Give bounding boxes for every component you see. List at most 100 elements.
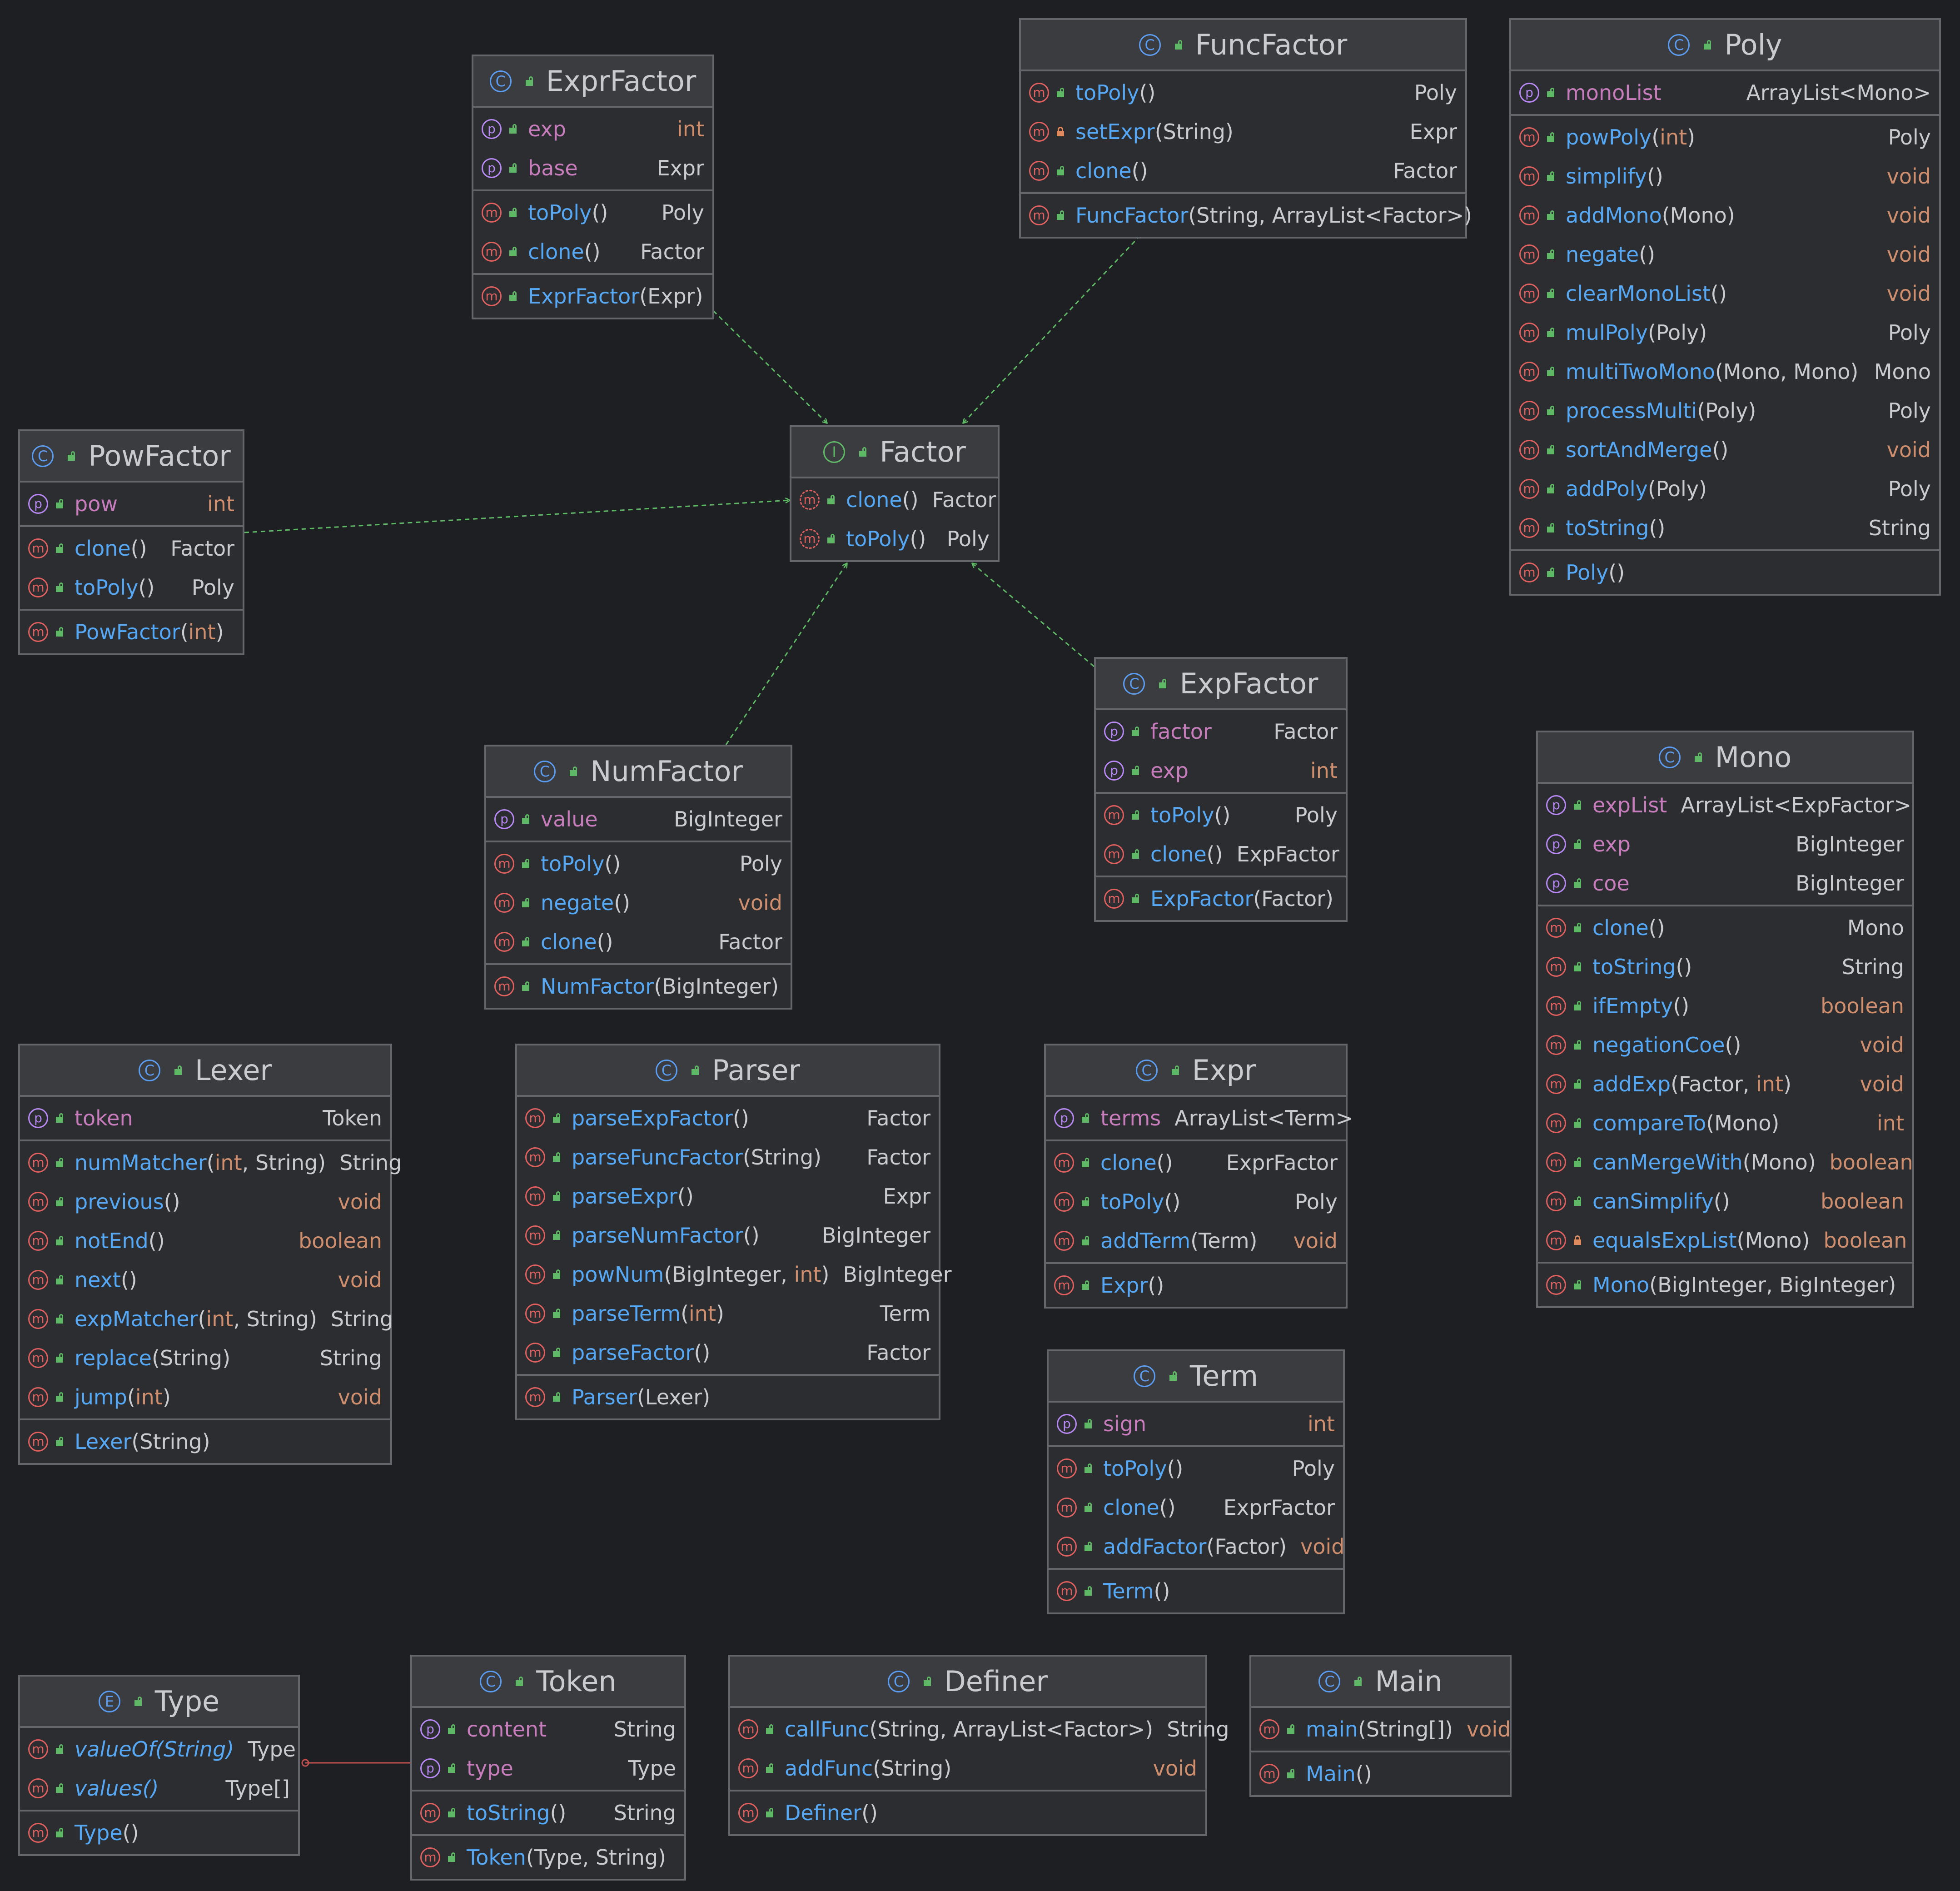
- method-row[interactable]: m addExp (Factor, int) void: [1538, 1065, 1912, 1104]
- method-row[interactable]: m parseNumFactor() BigInteger: [517, 1216, 939, 1255]
- class-header[interactable]: C FuncFactor: [1021, 20, 1465, 71]
- class-box-lexer[interactable]: C Lexer p token Token m numMatcher (int, String…: [18, 1044, 402, 1465]
- method-row[interactable]: m clone() Mono: [1538, 908, 1912, 947]
- constructor-row[interactable]: m ExprFactor (Expr): [473, 277, 712, 316]
- method-row[interactable]: m clone() Factor: [1021, 151, 1465, 190]
- method-row[interactable]: m addFactor (Factor) void: [1049, 1527, 1344, 1566]
- method-row[interactable]: m powPoly (int) Poly: [1511, 118, 1939, 157]
- field-row[interactable]: p exp int: [1096, 751, 1346, 790]
- class-box-exp-factor[interactable]: C ExpFactor p factor Factor p exp int m toPoly() P…: [1094, 657, 1348, 922]
- constructor-row[interactable]: m Type(): [20, 1813, 298, 1852]
- method-row[interactable]: m clone() Factor: [20, 529, 243, 568]
- method-row[interactable]: m canMergeWith (Mono) boolean: [1538, 1143, 1913, 1182]
- method-row[interactable]: m clone() Factor: [486, 922, 791, 961]
- class-box-token[interactable]: C Token p content String p type Type m toString()…: [410, 1655, 686, 1881]
- class-box-pow-factor[interactable]: C PowFactor p pow int m clone() Factor m toPoly()…: [18, 429, 244, 655]
- class-box-main[interactable]: C Main m main (String[]) void m Main(): [1249, 1655, 1512, 1797]
- method-row[interactable]: m negate() void: [1511, 235, 1939, 274]
- class-header[interactable]: C Main: [1251, 1657, 1510, 1708]
- field-row[interactable]: p type Type: [412, 1749, 684, 1788]
- method-row[interactable]: m multiTwoMono (Mono, Mono) Mono: [1511, 352, 1939, 391]
- field-row[interactable]: p coe BigInteger: [1538, 864, 1912, 903]
- method-row[interactable]: m toPoly() Poly: [1096, 796, 1346, 835]
- class-header[interactable]: C PowFactor: [20, 431, 243, 483]
- constructor-row[interactable]: m NumFactor (BigInteger): [486, 967, 791, 1006]
- method-row[interactable]: m clone() Factor: [473, 232, 712, 271]
- method-row[interactable]: m toPoly() Poly: [1049, 1449, 1343, 1488]
- method-row[interactable]: m toPoly() Poly: [1046, 1182, 1346, 1221]
- method-row[interactable]: m values() Type[]: [20, 1769, 298, 1808]
- method-row[interactable]: m parseTerm (int) Term: [517, 1294, 939, 1333]
- method-row[interactable]: m clone() ExpFactor: [1096, 835, 1346, 874]
- method-row[interactable]: m parseFuncFactor (String) Factor: [517, 1138, 939, 1177]
- method-row[interactable]: m toPoly() Poly: [486, 844, 791, 883]
- class-header[interactable]: C Definer: [730, 1657, 1205, 1708]
- method-row[interactable]: m addTerm (Term) void: [1046, 1221, 1346, 1260]
- field-row[interactable]: p content String: [412, 1710, 684, 1749]
- field-row[interactable]: p pow int: [20, 484, 243, 523]
- field-row[interactable]: p exp int: [473, 109, 712, 149]
- method-row[interactable]: m sortAndMerge() void: [1511, 430, 1939, 469]
- field-row[interactable]: p expList ArrayList<ExpFactor>: [1538, 786, 1912, 825]
- method-row[interactable]: m parseExpr() Expr: [517, 1177, 939, 1216]
- class-header[interactable]: C NumFactor: [486, 746, 791, 798]
- field-row[interactable]: p factor Factor: [1096, 712, 1346, 751]
- method-row[interactable]: m toString() String: [412, 1793, 684, 1832]
- method-row[interactable]: m addMono (Mono) void: [1511, 196, 1939, 235]
- class-box-term[interactable]: C Term p sign int m toPoly() Poly m clone() ExprFa…: [1047, 1349, 1345, 1614]
- method-row[interactable]: m previous() void: [20, 1182, 390, 1221]
- method-row[interactable]: m parseExpFactor() Factor: [517, 1099, 939, 1138]
- constructor-row[interactable]: m Main(): [1251, 1754, 1510, 1793]
- constructor-row[interactable]: m Token (Type, String): [412, 1838, 684, 1877]
- method-row[interactable]: m clone() Factor: [791, 480, 998, 519]
- field-row[interactable]: p exp BigInteger: [1538, 825, 1912, 864]
- constructor-row[interactable]: m Mono (BigInteger, BigInteger): [1538, 1265, 1912, 1304]
- class-header[interactable]: C Expr: [1046, 1045, 1346, 1097]
- method-row[interactable]: m mulPoly (Poly) Poly: [1511, 313, 1939, 352]
- method-row[interactable]: m canSimplify() boolean: [1538, 1182, 1912, 1221]
- class-box-poly[interactable]: C Poly p monoList ArrayList<Mono> m powPoly (in…: [1509, 18, 1941, 596]
- class-box-parser[interactable]: C Parser m parseExpFactor() Factor m parseFunc…: [515, 1044, 952, 1420]
- method-row[interactable]: m clone() ExprFactor: [1046, 1143, 1346, 1182]
- field-row[interactable]: p monoList ArrayList<Mono>: [1511, 73, 1939, 112]
- method-row[interactable]: m toString() String: [1538, 947, 1912, 986]
- method-row[interactable]: m callFunc (String, ArrayList<Factor>) Stri…: [730, 1710, 1229, 1749]
- method-row[interactable]: m simplify() void: [1511, 157, 1939, 196]
- method-row[interactable]: m equalsExpList (Mono) boolean: [1538, 1221, 1912, 1260]
- method-row[interactable]: m toPoly() Poly: [473, 193, 712, 232]
- method-row[interactable]: m clearMonoList() void: [1511, 274, 1939, 313]
- constructor-row[interactable]: m Lexer (String): [20, 1422, 390, 1461]
- field-row[interactable]: p terms ArrayList<Term>: [1046, 1099, 1353, 1138]
- method-row[interactable]: m processMulti (Poly) Poly: [1511, 391, 1939, 430]
- class-header[interactable]: C Lexer: [20, 1045, 390, 1097]
- constructor-row[interactable]: m Term(): [1049, 1572, 1343, 1611]
- class-box-expr[interactable]: C Expr p terms ArrayList<Term> m clone() ExprFa…: [1044, 1044, 1353, 1309]
- method-row[interactable]: m ifEmpty() boolean: [1538, 986, 1912, 1025]
- method-row[interactable]: m replace (String) String: [20, 1339, 390, 1378]
- method-row[interactable]: m negate() void: [486, 883, 791, 922]
- class-box-type[interactable]: E Type m valueOf(String) Type m values() Type[]…: [18, 1675, 300, 1856]
- method-row[interactable]: m clone() ExprFactor: [1049, 1488, 1343, 1527]
- class-box-num-factor[interactable]: C NumFactor p value BigInteger m toPoly() Poly m…: [484, 745, 792, 1010]
- method-row[interactable]: m expMatcher (int, String) String: [20, 1299, 393, 1339]
- class-header[interactable]: C ExpFactor: [1096, 659, 1346, 710]
- method-row[interactable]: m jump (int) void: [20, 1378, 390, 1417]
- class-box-func-factor[interactable]: C FuncFactor m toPoly() Poly m setExpr (String)…: [1019, 18, 1472, 239]
- constructor-row[interactable]: m Poly(): [1511, 553, 1939, 592]
- field-row[interactable]: p token Token: [20, 1099, 390, 1138]
- method-row[interactable]: m setExpr (String) Expr: [1021, 112, 1465, 151]
- method-row[interactable]: m parseFactor() Factor: [517, 1333, 939, 1372]
- constructor-row[interactable]: m Expr(): [1046, 1266, 1346, 1305]
- class-header[interactable]: C Term: [1049, 1351, 1343, 1403]
- constructor-row[interactable]: m ExpFactor (Factor): [1096, 879, 1346, 918]
- method-row[interactable]: m next() void: [20, 1260, 390, 1299]
- class-header[interactable]: C Mono: [1538, 732, 1912, 784]
- method-row[interactable]: m toPoly() Poly: [791, 519, 998, 558]
- method-row[interactable]: m toPoly() Poly: [20, 568, 243, 607]
- constructor-row[interactable]: m Definer(): [730, 1793, 1205, 1832]
- method-row[interactable]: m notEnd() boolean: [20, 1221, 390, 1260]
- field-row[interactable]: p sign int: [1049, 1404, 1343, 1443]
- method-row[interactable]: m compareTo (Mono) int: [1538, 1104, 1912, 1143]
- class-header[interactable]: E Type: [20, 1677, 298, 1728]
- class-box-mono[interactable]: C Mono p expList ArrayList<ExpFactor> p exp Big…: [1536, 731, 1914, 1308]
